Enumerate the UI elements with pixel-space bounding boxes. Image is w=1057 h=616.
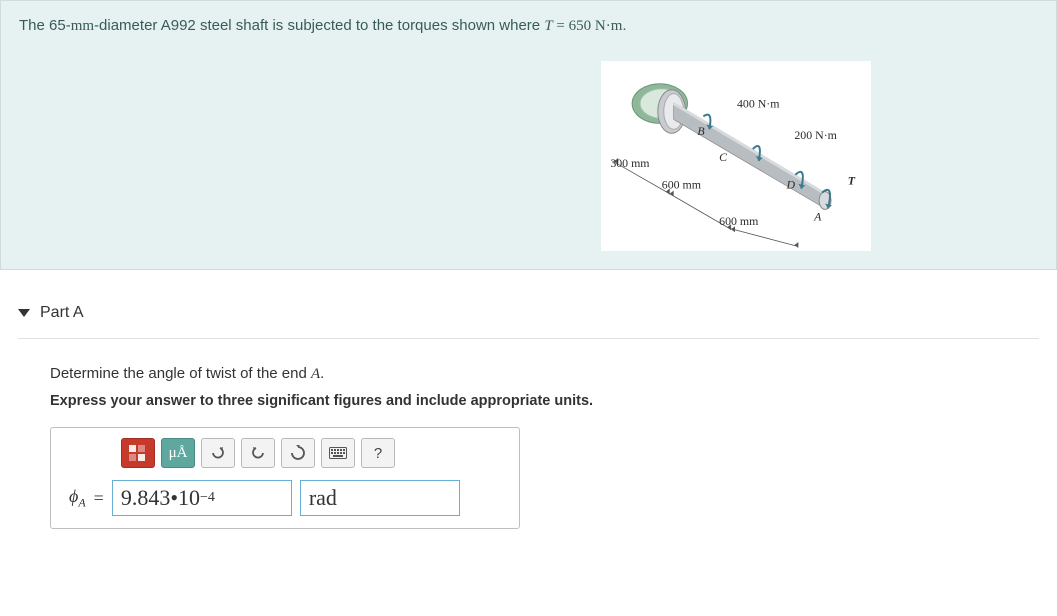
fig-C: C [719,150,728,164]
val-T: 650 N·m [569,18,623,34]
fig-400: 400 N·m [737,97,780,111]
units-label: μÅ [169,445,188,462]
phi-symbol: ϕ [69,486,78,506]
fig-T: T [848,174,856,188]
redo-button[interactable] [241,438,275,468]
exp: −4 [200,490,215,506]
unit-text: rad [309,485,337,511]
dot: • [170,485,178,511]
reset-button[interactable] [281,438,315,468]
answer-row: ϕA = 9.843 • 10−4 rad [69,480,509,516]
keyboard-button[interactable] [321,438,355,468]
fig-200: 200 N·m [794,128,837,142]
phi-label: ϕA [69,486,86,511]
toolbar: μÅ ? [121,438,509,468]
problem-panel: The 65-mm-diameter A992 steel shaft is s… [0,0,1057,270]
part-title: Part A [40,304,84,322]
fig-600a: 600 mm [662,178,702,192]
problem-text: The 65-mm-diameter A992 steel shaft is s… [19,15,1038,37]
eq-sign-stmt: = [553,18,569,34]
fig-600b: 600 mm [719,214,759,228]
part-header[interactable]: Part A [18,290,1039,339]
fig-300: 300 mm [610,156,650,170]
prompt-period: . [320,365,324,382]
figure: 400 N·m 200 N·m T B C D A 300 mm 600 mm … [601,61,871,251]
part-a-section: Part A Determine the angle of twist of t… [0,270,1057,539]
template-button[interactable] [121,438,155,468]
unit-input[interactable]: rad [300,480,460,516]
equals: = [94,488,104,509]
keyboard-icon [329,447,347,459]
undo-icon [210,445,226,461]
base: 10 [178,485,200,511]
help-label: ? [374,445,382,462]
fig-D: D [785,178,795,192]
coeff: 9.843 [121,485,171,511]
caret-down-icon [18,309,30,317]
units-button[interactable]: μÅ [161,438,195,468]
reset-icon [290,445,306,461]
help-button[interactable]: ? [361,438,395,468]
instruction: Express your answer to three significant… [50,393,1039,409]
answer-box: μÅ ? [50,427,520,529]
value-input[interactable]: 9.843 • 10−4 [112,480,292,516]
redo-icon [250,445,266,461]
fig-A: A [813,209,822,223]
text-mm: mm [71,18,94,34]
prompt-var: A [311,366,320,382]
text-prefix: The 65- [19,17,71,34]
text-mid: -diameter A992 steel shaft is subjected … [94,17,544,34]
prompt-prefix: Determine the angle of twist of the end [50,365,311,382]
undo-button[interactable] [201,438,235,468]
period: . [622,17,626,34]
prompt: Determine the angle of twist of the end … [50,365,1039,383]
var-T: T [544,18,552,34]
phi-sub: A [78,495,85,509]
fig-B: B [697,124,704,138]
